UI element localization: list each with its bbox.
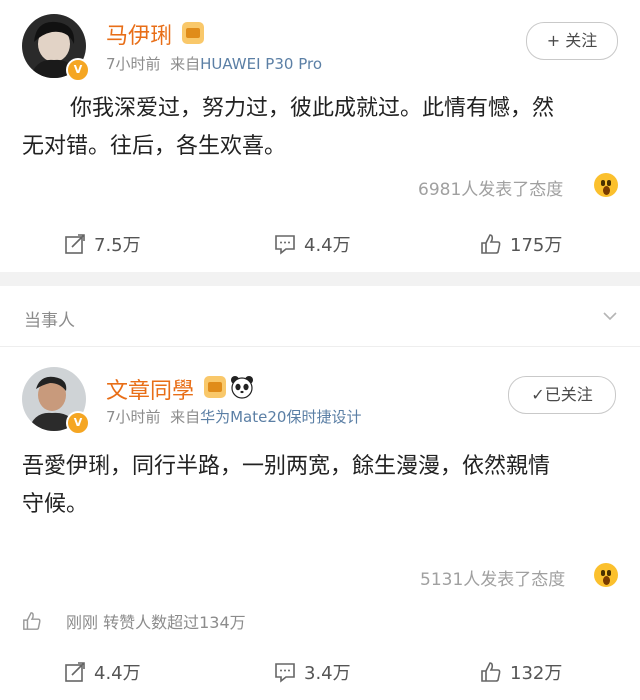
section-header[interactable]: 当事人 (0, 286, 640, 347)
comment-button[interactable]: 3.4万 (274, 644, 351, 700)
liked-notice-text: 刚刚 转赞人数超过134万 (66, 613, 246, 632)
like-icon (481, 234, 501, 254)
like-button[interactable]: 175万 (480, 216, 562, 272)
action-bar: 4.4万 3.4万 132万 (0, 644, 640, 700)
post-meta: 7小时前 来自HUAWEI P30 Pro (106, 53, 322, 74)
post-content-line: 守候。 (22, 492, 89, 517)
verified-v-icon: V (66, 411, 90, 435)
reactions-count[interactable]: 5131人发表了态度 (420, 565, 565, 590)
comment-button[interactable]: 4.4万 (274, 216, 351, 272)
source-prefix: 来自 (170, 408, 201, 426)
repost-count: 7.5万 (94, 235, 141, 256)
followed-label: 已关注 (544, 385, 593, 404)
post-source[interactable]: HUAWEI P30 Pro (200, 55, 322, 73)
follow-button[interactable]: + 关注 (526, 22, 618, 60)
post-content-line: 你我深爱过，努力过，彼此成就过。此情有憾，然 (70, 96, 555, 121)
vip-crown-icon (204, 376, 226, 398)
action-bar: 7.5万 4.4万 175万 (0, 216, 640, 272)
post-content: 你我深爱过，努力过，彼此成就过。此情有憾，然 无对错。往后，各生欢喜。 (22, 90, 622, 166)
followed-button[interactable]: ✓已关注 (508, 376, 616, 414)
repost-count: 4.4万 (94, 663, 141, 684)
section-divider (0, 272, 640, 286)
panda-icon (231, 376, 253, 399)
like-count: 175万 (510, 235, 563, 256)
section-title: 当事人 (24, 311, 75, 331)
liked-notice: 刚刚 转赞人数超过134万 (22, 609, 246, 633)
chevron-down-icon[interactable] (602, 308, 618, 324)
post-meta: 7小时前 来自华为Mate20保时捷设计 (106, 406, 361, 427)
comment-count: 4.4万 (304, 235, 351, 256)
repost-icon (65, 662, 85, 682)
repost-button[interactable]: 4.4万 (64, 644, 141, 700)
source-prefix: 来自 (170, 55, 201, 73)
vip-crown-icon (182, 22, 204, 44)
repost-button[interactable]: 7.5万 (64, 216, 141, 272)
surprised-emoji-icon (594, 173, 618, 197)
comment-icon (275, 663, 295, 683)
verified-v-icon: V (66, 58, 90, 82)
comment-icon (275, 235, 295, 255)
post-source[interactable]: 华为Mate20保时捷设计 (200, 408, 361, 426)
weibo-post-1: V 马伊琍 7小时前 来自HUAWEI P30 Pro + 关注 你我深爱过，努… (0, 0, 640, 272)
like-icon (481, 662, 501, 682)
username[interactable]: 马伊琍 (106, 18, 172, 50)
post-time: 7小时前 (106, 55, 161, 73)
like-count: 132万 (510, 663, 563, 684)
comment-count: 3.4万 (304, 663, 351, 684)
weibo-post-2: V 文章同學 7小时前 来自华为Mate20保时捷设计 ✓已关注 吾愛伊琍，同行… (0, 347, 640, 700)
post-content-line: 吾愛伊琍，同行半路，一别两宽，餘生漫漫，依然親情 (22, 454, 551, 479)
surprised-emoji-icon (594, 563, 618, 587)
post-content-line: 无对错。往后，各生欢喜。 (22, 134, 287, 159)
repost-icon (65, 234, 85, 254)
like-button[interactable]: 132万 (480, 644, 562, 700)
username[interactable]: 文章同學 (106, 373, 194, 405)
post-time: 7小时前 (106, 408, 161, 426)
reactions-count[interactable]: 6981人发表了态度 (418, 175, 563, 200)
like-icon (23, 612, 41, 630)
check-icon: ✓ (531, 385, 545, 404)
post-content: 吾愛伊琍，同行半路，一别两宽，餘生漫漫，依然親情 守候。 (22, 448, 622, 524)
